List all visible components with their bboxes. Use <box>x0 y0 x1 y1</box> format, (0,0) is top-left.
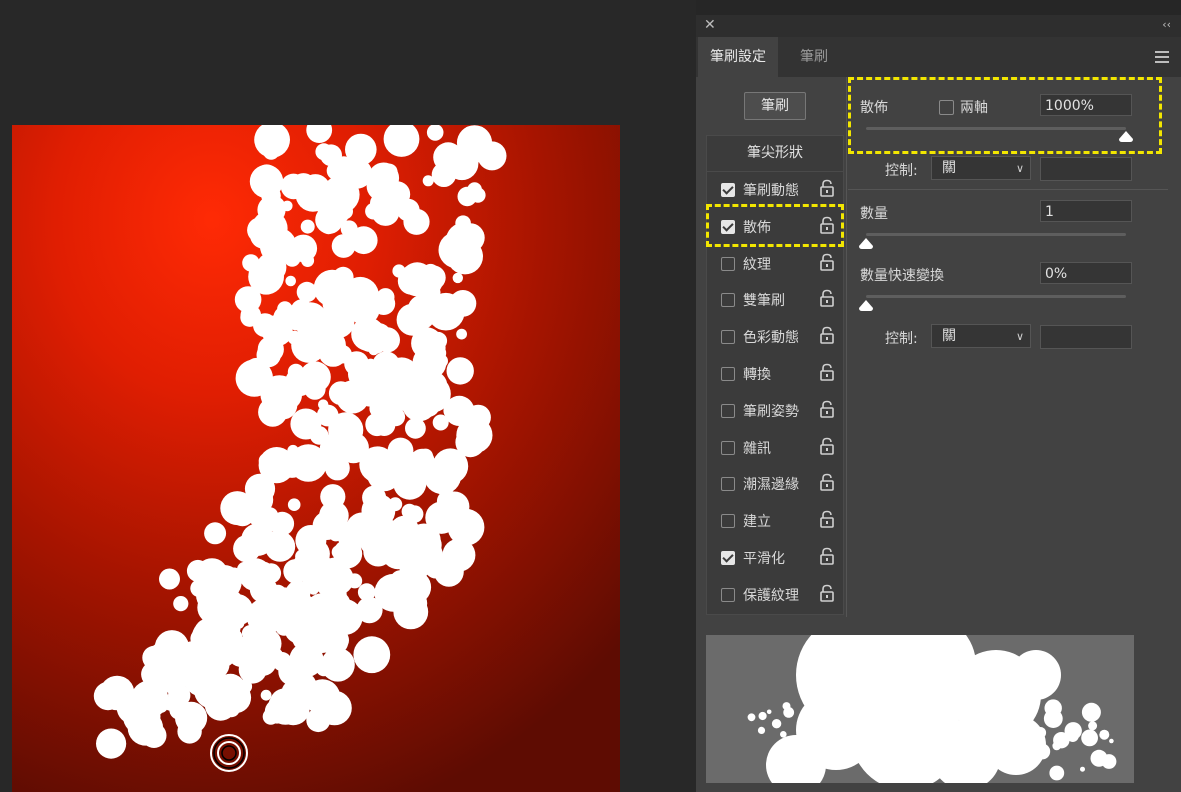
option-checkbox[interactable] <box>721 219 735 234</box>
option-label: 平滑化 <box>743 551 785 567</box>
count-jitter-control-value: 關 <box>942 328 956 344</box>
lock-icon[interactable] <box>819 216 835 234</box>
option-label: 散佈 <box>743 219 771 236</box>
brush-option-2[interactable]: 紋理 <box>707 246 843 282</box>
option-checkbox[interactable] <box>721 293 735 308</box>
panel-divider <box>846 77 847 617</box>
scatter-slider-track[interactable] <box>866 127 1126 130</box>
control-label: 控制: <box>885 163 918 179</box>
canvas-area[interactable] <box>0 0 696 792</box>
scatter-label: 散佈 <box>860 100 888 116</box>
count-slider-track[interactable] <box>866 233 1126 236</box>
lock-icon[interactable] <box>819 363 835 381</box>
tab-brush-settings[interactable]: 筆刷設定 <box>698 37 778 77</box>
panel-menu-icon[interactable] <box>1155 51 1169 63</box>
option-label: 雜訊 <box>743 440 771 457</box>
option-label: 色彩動態 <box>743 330 799 347</box>
lock-icon[interactable] <box>819 253 835 271</box>
brush-options-list: 筆刷動態散佈紋理雙筆刷色彩動態轉換筆刷姿勢雜訊潮濕邊緣建立平滑化保護紋理 <box>706 171 844 615</box>
brush-option-4[interactable]: 色彩動態 <box>707 319 843 355</box>
lock-icon[interactable] <box>819 400 835 418</box>
chevron-down-icon: ∨ <box>1015 330 1024 343</box>
section-divider <box>848 189 1168 190</box>
brush-option-3[interactable]: 雙筆刷 <box>707 282 843 318</box>
option-label: 雙筆刷 <box>743 293 785 310</box>
scatter-value-field[interactable]: 1000% <box>1040 94 1132 116</box>
brush-option-1[interactable]: 散佈 <box>707 209 843 245</box>
count-jitter-label: 數量快速變換 <box>860 268 944 284</box>
panel-title-bar: ✕ ‹‹ <box>696 15 1181 37</box>
brush-cursor-icon <box>210 734 248 772</box>
count-jitter-slider-track[interactable] <box>866 295 1126 298</box>
count-slider-thumb[interactable] <box>858 238 874 250</box>
scatter-control-extra-field <box>1040 157 1132 181</box>
option-checkbox[interactable] <box>721 514 735 529</box>
option-checkbox[interactable] <box>721 440 735 455</box>
lock-icon[interactable] <box>819 289 835 308</box>
lock-icon[interactable] <box>819 547 835 565</box>
lock-icon[interactable] <box>819 473 835 492</box>
brush-option-6[interactable]: 筆刷姿勢 <box>707 393 843 429</box>
both-axes-label: 兩軸 <box>960 100 988 116</box>
option-checkbox[interactable] <box>721 403 735 418</box>
option-checkbox[interactable] <box>721 477 735 492</box>
brush-tip-shape-item[interactable]: 筆尖形狀 <box>706 135 844 173</box>
option-checkbox[interactable] <box>721 587 735 602</box>
option-label: 紋理 <box>743 256 771 273</box>
brush-option-7[interactable]: 雜訊 <box>707 430 843 466</box>
option-label: 潮濕邊緣 <box>743 477 799 494</box>
lock-icon[interactable] <box>819 584 835 602</box>
option-checkbox[interactable] <box>721 256 735 271</box>
lock-icon[interactable] <box>819 510 835 528</box>
option-checkbox[interactable] <box>721 367 735 381</box>
count-value-field[interactable]: 1 <box>1040 200 1132 222</box>
scatter-slider-thumb[interactable] <box>1118 131 1134 143</box>
option-label: 保護紋理 <box>743 587 799 604</box>
brush-option-0[interactable]: 筆刷動態 <box>707 172 843 208</box>
lock-icon[interactable] <box>819 437 835 455</box>
count-jitter-control-select[interactable]: 關 ∨ <box>931 324 1031 348</box>
both-axes-checkbox[interactable] <box>939 100 954 115</box>
scatter-control-value: 關 <box>942 160 956 176</box>
lock-icon[interactable] <box>819 179 835 197</box>
brush-option-9[interactable]: 建立 <box>707 503 843 539</box>
option-checkbox[interactable] <box>721 183 735 197</box>
option-checkbox[interactable] <box>721 330 735 345</box>
count-label: 數量 <box>860 206 888 222</box>
stroke-preview-shapes <box>747 635 1117 783</box>
count-jitter-control-extra-field <box>1040 325 1132 349</box>
brush-settings-panel: ✕ ‹‹ 筆刷設定 筆刷 筆刷 筆尖形狀 筆刷動態 散佈 紋理 雙筆刷 色彩動態 轉換 筆刷… <box>696 15 1181 792</box>
brush-option-10[interactable]: 平滑化 <box>707 540 843 576</box>
option-label: 建立 <box>743 514 771 531</box>
panel-tab-bar: 筆刷設定 筆刷 <box>696 37 1181 77</box>
option-label: 筆刷動態 <box>743 183 799 199</box>
chevron-down-icon: ∨ <box>1015 162 1024 175</box>
option-label: 轉換 <box>743 367 771 383</box>
option-label: 筆刷姿勢 <box>743 403 799 420</box>
option-checkbox[interactable] <box>721 551 735 565</box>
collapse-icon[interactable]: ‹‹ <box>1162 18 1171 31</box>
scatter-brush-strokes <box>93 125 507 759</box>
scatter-control-select[interactable]: 關 ∨ <box>931 156 1031 180</box>
brush-option-11[interactable]: 保護紋理 <box>707 577 843 613</box>
count-jitter-slider-thumb[interactable] <box>858 300 874 312</box>
tab-brushes[interactable]: 筆刷 <box>788 37 840 77</box>
document-canvas[interactable] <box>12 125 620 792</box>
brush-stroke-preview <box>706 635 1134 783</box>
brush-option-8[interactable]: 潮濕邊緣 <box>707 466 843 502</box>
brushes-button[interactable]: 筆刷 <box>744 92 806 120</box>
control-label-2: 控制: <box>885 331 918 347</box>
brush-option-5[interactable]: 轉換 <box>707 356 843 392</box>
close-icon[interactable]: ✕ <box>704 17 716 33</box>
lock-icon[interactable] <box>819 326 835 344</box>
count-jitter-value-field[interactable]: 0% <box>1040 262 1132 284</box>
